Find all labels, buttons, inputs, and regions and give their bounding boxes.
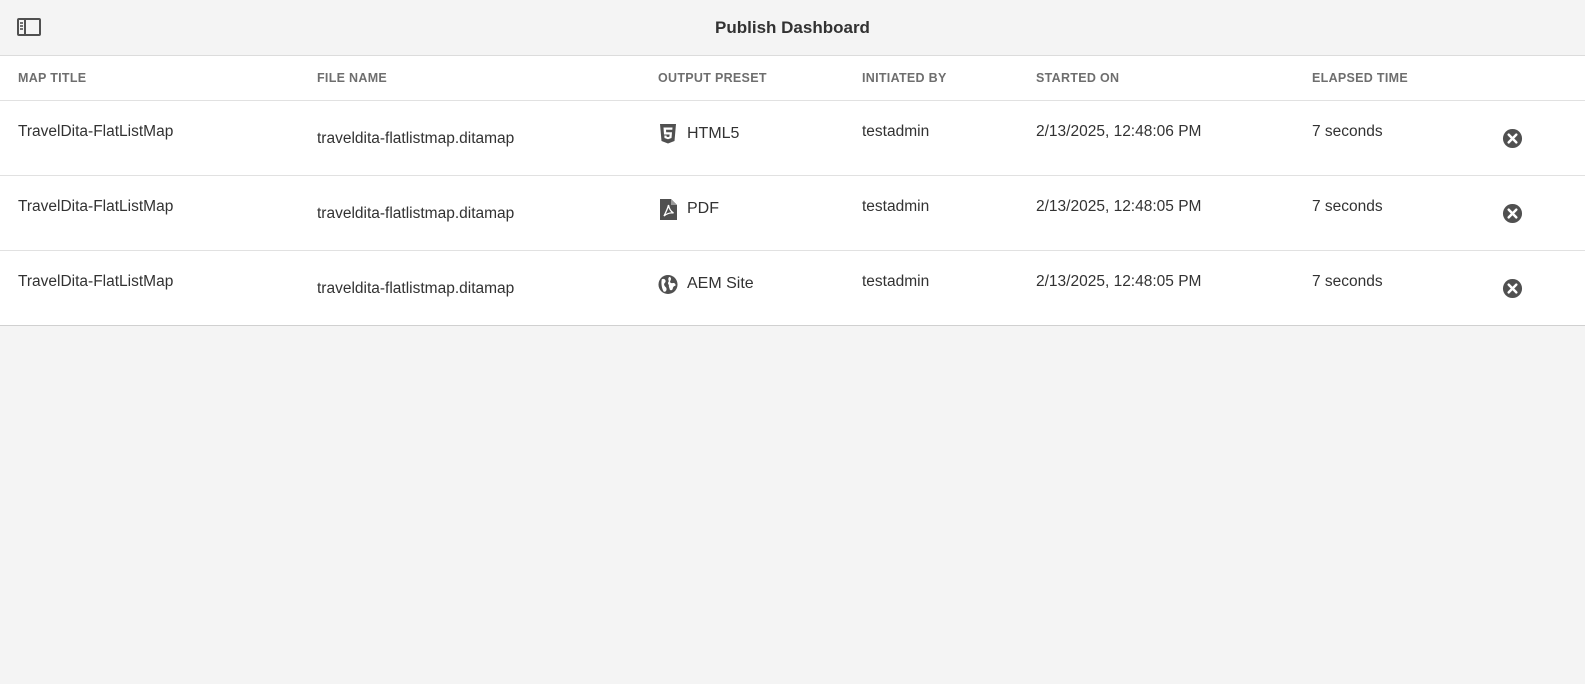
started-on: 2/13/2025, 12:48:05 PM — [1036, 273, 1202, 290]
table-row[interactable]: TravelDita-FlatListMap traveldita-flatli… — [0, 175, 1585, 251]
top-bar: Publish Dashboard — [0, 0, 1585, 56]
publish-table: MAP TITLE FILE NAME OUTPUT PRESET INITIA… — [0, 56, 1585, 326]
initiated-by: testadmin — [862, 273, 930, 290]
column-header-map-title[interactable]: MAP TITLE — [0, 56, 317, 101]
output-preset: PDF — [658, 176, 862, 220]
map-title: TravelDita-FlatListMap — [18, 123, 174, 140]
file-name: traveldita-flatlistmap.ditamap — [317, 205, 515, 222]
initiated-by: testadmin — [862, 123, 930, 140]
output-preset-label: HTML5 — [687, 125, 740, 142]
file-name: traveldita-flatlistmap.ditamap — [317, 130, 515, 147]
html5-icon — [658, 123, 678, 145]
cancel-icon[interactable] — [1502, 278, 1523, 299]
table-row[interactable]: TravelDita-FlatListMap traveldita-flatli… — [0, 100, 1585, 176]
table-header-row: MAP TITLE FILE NAME OUTPUT PRESET INITIA… — [0, 56, 1585, 101]
page-title: Publish Dashboard — [715, 18, 870, 37]
map-title: TravelDita-FlatListMap — [18, 198, 174, 215]
output-preset-label: AEM Site — [687, 275, 754, 292]
cancel-icon[interactable] — [1502, 203, 1523, 224]
elapsed-time: 7 seconds — [1312, 273, 1383, 290]
column-header-actions — [1502, 56, 1585, 101]
pdf-icon — [658, 198, 678, 220]
elapsed-time: 7 seconds — [1312, 123, 1383, 140]
column-header-elapsed-time[interactable]: ELAPSED TIME — [1312, 56, 1502, 101]
started-on: 2/13/2025, 12:48:05 PM — [1036, 198, 1202, 215]
started-on: 2/13/2025, 12:48:06 PM — [1036, 123, 1202, 140]
map-title: TravelDita-FlatListMap — [18, 273, 174, 290]
table-row[interactable]: TravelDita-FlatListMap traveldita-flatli… — [0, 250, 1585, 326]
column-header-started-on[interactable]: STARTED ON — [1036, 56, 1312, 101]
elapsed-time: 7 seconds — [1312, 198, 1383, 215]
column-header-initiated-by[interactable]: INITIATED BY — [862, 56, 1036, 101]
output-preset: HTML5 — [658, 101, 862, 145]
column-header-output-preset[interactable]: OUTPUT PRESET — [658, 56, 862, 101]
globe-icon — [658, 273, 678, 295]
output-preset-label: PDF — [687, 200, 719, 217]
initiated-by: testadmin — [862, 198, 930, 215]
file-name: traveldita-flatlistmap.ditamap — [317, 280, 515, 297]
cancel-icon[interactable] — [1502, 128, 1523, 149]
column-header-file-name[interactable]: FILE NAME — [317, 56, 658, 101]
output-preset: AEM Site — [658, 251, 862, 295]
